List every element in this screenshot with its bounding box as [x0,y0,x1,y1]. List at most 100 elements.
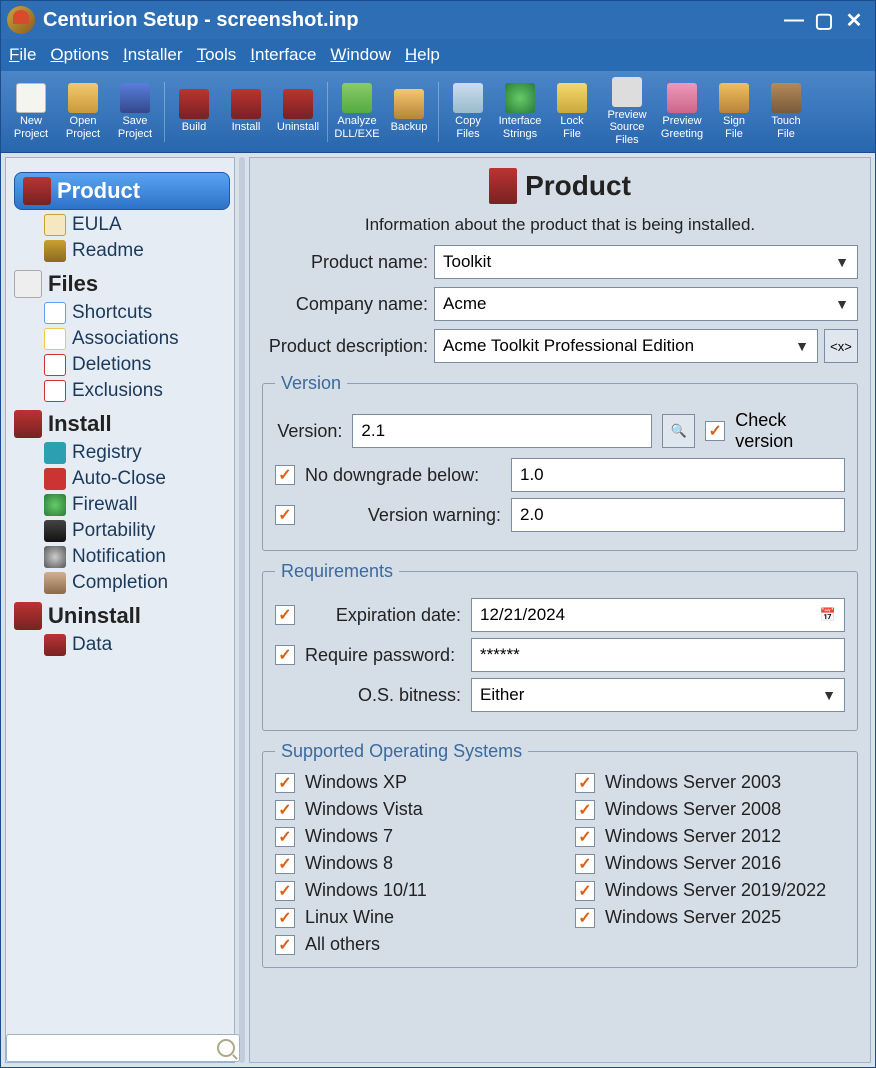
os-windows-7: Windows 7 [275,826,545,847]
tool-analyze-dll-exe[interactable]: AnalyzeDLL/EXE [331,74,383,150]
sidebar-search-input[interactable] [6,1034,240,1062]
autoclose-icon [44,468,66,490]
sidebar-item-associations[interactable]: Associations [44,328,230,350]
requirements-group: Requirements Expiration date: 📅 Require … [262,561,858,731]
os-checkbox[interactable] [575,773,595,793]
menu-help[interactable]: Help [405,45,440,65]
os-checkbox[interactable] [275,827,295,847]
os-windows-10-11: Windows 10/11 [275,880,545,901]
maximize-button[interactable]: ▢ [809,8,839,32]
tool-preview-greeting[interactable]: PreviewGreeting [656,74,708,150]
os-checkbox[interactable] [575,800,595,820]
copy-icon [453,83,483,113]
sidebar-item-completion[interactable]: Completion [44,572,230,594]
os-checkbox[interactable] [275,773,295,793]
tool-build[interactable]: Build [168,74,220,150]
splitter[interactable] [239,157,245,1063]
prevgreet-icon [667,83,697,113]
product-desc-combo[interactable]: Acme Toolkit Professional Edition ▼ [434,329,818,363]
tool-backup[interactable]: Backup [383,74,435,150]
version-detect-button[interactable]: 🔍 [662,414,695,448]
version-warning-checkbox[interactable] [275,505,295,525]
version-warning-input[interactable] [511,498,845,532]
password-input[interactable] [471,638,845,672]
menu-file[interactable]: File [9,45,36,65]
label-company-name: Company name: [262,294,428,315]
sidebar-item-eula[interactable]: EULA [44,214,230,236]
no-downgrade-input[interactable] [511,458,845,492]
tool-open-project[interactable]: OpenProject [57,74,109,150]
os-checkbox[interactable] [275,908,295,928]
calendar-icon[interactable]: 📅 [820,607,836,623]
minimize-button[interactable]: — [779,8,809,32]
tool-uninstall[interactable]: Uninstall [272,74,324,150]
require-password-checkbox[interactable] [275,645,295,665]
install-icon [231,89,261,119]
toolbar-separator [327,82,328,142]
sidebar-item-deletions[interactable]: Deletions [44,354,230,376]
search-icon [217,1039,235,1057]
sidebar-item-registry[interactable]: Registry [44,442,230,464]
sidebar-section-product[interactable]: Product [14,172,230,210]
os-checkbox[interactable] [575,908,595,928]
os-windows-8: Windows 8 [275,853,545,874]
os-bitness-combo[interactable]: Either ▼ [471,678,845,712]
expiration-input[interactable]: 📅 [471,598,845,632]
analyze-icon [342,83,372,113]
check-version-checkbox[interactable] [705,421,725,441]
sidebar-item-data[interactable]: Data [44,634,230,656]
os-checkbox[interactable] [575,827,595,847]
prevsrc-icon [612,77,642,107]
os-checkbox[interactable] [575,881,595,901]
firewall-icon [44,494,66,516]
sidebar-item-firewall[interactable]: Firewall [44,494,230,516]
expiration-checkbox[interactable] [275,605,295,625]
requirements-legend: Requirements [275,561,399,582]
tool-save-project[interactable]: SaveProject [109,74,161,150]
company-name-combo[interactable]: Acme ▼ [434,287,858,321]
sidebar-item-readme[interactable]: Readme [44,240,230,262]
menu-tools[interactable]: Tools [197,45,237,65]
page-subtitle: Information about the product that is be… [262,215,858,235]
os-checkbox[interactable] [275,854,295,874]
tool-copy-files[interactable]: CopyFiles [442,74,494,150]
os-checkbox[interactable] [275,881,295,901]
readme-icon [44,240,66,262]
menu-installer[interactable]: Installer [123,45,183,65]
os-checkbox[interactable] [575,854,595,874]
sidebar: Product EULA Readme Files Shortcuts Associati… [5,157,235,1063]
os-all-others: All others [275,934,545,955]
version-legend: Version [275,373,347,394]
lock-icon [557,83,587,113]
os-checkbox[interactable] [275,935,295,955]
sidebar-section-install[interactable]: Install [14,410,230,438]
sidebar-item-notification[interactable]: Notification [44,546,230,568]
label-version: Version: [275,421,342,442]
expand-desc-button[interactable]: <x> [824,329,858,363]
sidebar-section-uninstall[interactable]: Uninstall [14,602,230,630]
version-input[interactable] [352,414,652,448]
sidebar-section-files[interactable]: Files [14,270,230,298]
tool-interface-strings[interactable]: InterfaceStrings [494,74,546,150]
tool-sign-file[interactable]: SignFile [708,74,760,150]
menu-window[interactable]: Window [330,45,390,65]
registry-icon [44,442,66,464]
no-downgrade-checkbox[interactable] [275,465,295,485]
menu-options[interactable]: Options [50,45,109,65]
label-version-warning: Version warning: [305,505,501,526]
tool-install[interactable]: Install [220,74,272,150]
sidebar-item-shortcuts[interactable]: Shortcuts [44,302,230,324]
product-name-combo[interactable]: Toolkit ▼ [434,245,858,279]
port-icon [44,520,66,542]
app-body: Product EULA Readme Files Shortcuts Associati… [1,153,875,1067]
close-button[interactable]: ✕ [839,8,869,32]
menu-interface[interactable]: Interface [250,45,316,65]
os-checkbox[interactable] [275,800,295,820]
sidebar-item-auto-close[interactable]: Auto-Close [44,468,230,490]
tool-lock-file[interactable]: LockFile [546,74,598,150]
tool-touch-file[interactable]: TouchFile [760,74,812,150]
tool-new-project[interactable]: NewProject [5,74,57,150]
tool-preview-source-files[interactable]: PreviewSource Files [598,74,656,150]
sidebar-item-exclusions[interactable]: Exclusions [44,380,230,402]
sidebar-item-portability[interactable]: Portability [44,520,230,542]
